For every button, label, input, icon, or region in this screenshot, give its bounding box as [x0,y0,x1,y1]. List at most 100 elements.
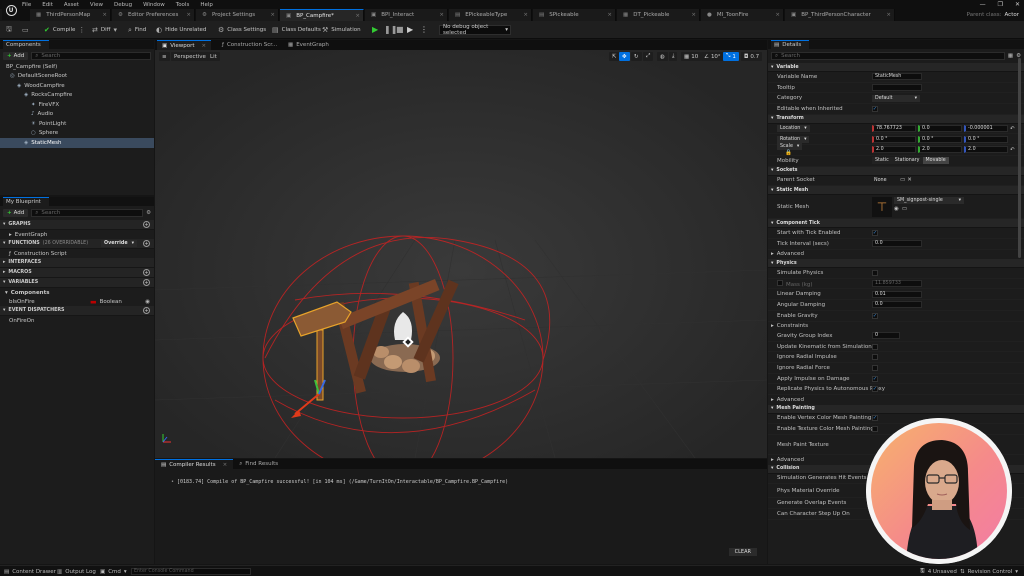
close-tab-icon[interactable]: × [523,12,528,18]
scale-z-input[interactable]: 2.0 [964,146,1008,154]
browse-icon[interactable]: ◉ [894,206,899,212]
override-dropdown[interactable]: Override ▾ [101,240,137,247]
components-tab[interactable]: Components [3,40,49,49]
tab-viewport[interactable]: ▣ Viewport × [157,40,212,50]
hide-unrelated-button[interactable]: ◐ Hide Unrelated [156,24,206,36]
menu-edit[interactable]: Edit [42,2,53,8]
rotation-z-input[interactable]: 0.0 ° [964,135,1008,143]
linear-damping-input[interactable]: 0.01 [872,290,922,298]
tab-project-settings[interactable]: ⚙ Project Settings × [196,9,279,21]
physics-section[interactable]: ▾ Physics [768,259,1024,269]
menu-window[interactable]: Window [143,2,165,8]
skip-icon[interactable]: ▶ [407,25,413,34]
close-tab-icon[interactable]: × [607,12,612,18]
variable-section[interactable]: ▾ Variable [768,63,1024,72]
compile-button[interactable]: ✔ Compile ⋮ [44,24,85,36]
camera-speed-button[interactable]: ◘ 0.7 [741,52,763,61]
unsaved-button[interactable]: 🖫 4 Unsaved [920,566,957,576]
construction-script-item[interactable]: ƒ Construction Script [0,249,154,258]
component-item[interactable]: ✦ FireVFX [0,100,154,110]
browse-button[interactable]: ▭ [22,24,29,36]
tab-thirdpersonmap[interactable]: ▦ ThirdPersonMap × [30,9,111,21]
component-item[interactable]: ◈ WoodCampfire [0,81,154,91]
menu-tools[interactable]: Tools [176,2,190,8]
tab-bpi-interact[interactable]: ▣ BPI_Interact × [365,9,448,21]
console-input[interactable]: Enter Console Command [131,568,251,575]
component-item[interactable]: ◈ RocksCampfire [0,91,154,101]
component-item[interactable]: BP_Campfire (Self) [0,62,154,72]
output-log-button[interactable]: ▥ Output Log [57,566,96,576]
tab-mi-toonfire[interactable]: ● MI_ToonFire × [701,9,784,21]
components-search-input[interactable]: ⌕ Search [31,52,151,60]
save-button[interactable]: 🖫 [6,24,12,36]
close-tab-icon[interactable]: × [355,13,360,19]
tab-compiler-results[interactable]: ▤ Compiler Results × [155,459,234,469]
tick-advanced[interactable]: ▸ Advanced [768,250,1024,260]
rotation-dropdown[interactable]: Rotation ▾ [777,135,810,143]
close-tab-icon[interactable]: × [886,12,891,18]
rotate-mode-button[interactable]: ↻ [631,52,642,61]
play-icon[interactable]: ▶ [372,25,378,34]
event-graph-item[interactable]: ▸ EventGraph [0,230,154,239]
location-dropdown[interactable]: Location ▾ [777,125,810,133]
debug-object-select[interactable]: No debug object selected ▾ [439,24,511,36]
tick-interval-input[interactable]: 0.0 [872,240,922,248]
tooltip-input[interactable] [872,84,922,92]
vertex-painting-checkbox[interactable]: ✓ [872,415,878,422]
grid-snap-button[interactable]: ▦ 10 [681,52,702,61]
components-category[interactable]: ▾ Components [0,288,154,297]
close-icon[interactable]: ✕ [1015,1,1020,8]
mobility-static[interactable]: Static [872,157,892,165]
scale-mode-button[interactable]: ⤢ [643,52,654,61]
constraints-group[interactable]: ▸ Constraints [768,322,1024,332]
tab-bp-thirdpersoncharacter[interactable]: ▣ BP_ThirdPersonCharacter × [785,9,895,21]
gear-icon[interactable]: ⚙ [146,210,151,216]
eye-icon[interactable]: ◉ [145,299,150,305]
class-settings-button[interactable]: ⚙ Class Settings [218,24,266,36]
viewport[interactable] [155,40,767,458]
angular-damping-input[interactable]: 0.0 [872,301,922,309]
dispatcher-item[interactable]: OnFireOn [0,316,154,325]
add-function-icon[interactable]: + [143,240,150,247]
details-scrollbar[interactable] [1018,58,1021,258]
scale-x-input[interactable]: 2.0 [872,146,916,154]
gravity-group-input[interactable]: 0 [872,332,900,340]
diff-button[interactable]: ⇄ Diff ▾ [92,24,117,36]
simulate-physics-checkbox[interactable] [872,269,878,276]
component-item[interactable]: ♪ Audio [0,110,154,120]
menu-asset[interactable]: Asset [64,2,79,8]
reset-icon[interactable]: ↶ [1010,147,1015,153]
use-selected-icon[interactable]: ▭ [902,206,907,212]
menu-file[interactable]: File [22,2,31,8]
clear-icon[interactable]: ✕ [907,177,912,183]
tab-construction-script[interactable]: ƒ Construction Scr... [217,40,282,50]
add-macro-icon[interactable]: + [143,269,150,276]
menu-help[interactable]: Help [200,2,213,8]
my-blueprint-search-input[interactable]: ⌕ Search [31,209,144,217]
find-button[interactable]: ⌕ Find [128,24,146,36]
event-dispatchers-section[interactable]: ▾ EVENT DISPATCHERS + [0,306,154,316]
graphs-section[interactable]: ▾ GRAPHS + [0,220,154,230]
close-tab-icon[interactable]: × [691,12,696,18]
sockets-section[interactable]: ▾ Sockets [768,166,1024,176]
update-kinematic-checkbox[interactable] [872,343,878,350]
content-drawer-button[interactable]: ▤ Content Drawer [4,566,56,576]
mesh-painting-section[interactable]: ▾ Mesh Painting [768,404,1024,414]
variable-type[interactable]: ▬ Boolean [90,298,122,306]
interfaces-section[interactable]: ▸ INTERFACES [0,258,154,268]
parent-class-value[interactable]: Actor [1005,12,1019,18]
scale-snap-button[interactable]: ⤡ 1 [723,52,739,61]
lit-button[interactable]: Lit [207,52,220,61]
variables-section[interactable]: ▾ VARIABLES + [0,278,154,288]
ignore-radial-impulse-checkbox[interactable] [872,354,878,361]
tab-find-results[interactable]: ⌕ Find Results [233,459,284,469]
component-item[interactable]: ◈ StaticMesh [0,138,154,148]
revision-control-button[interactable]: ⇅ Revision Control ▾ [960,566,1018,576]
close-tab-icon[interactable]: × [102,12,107,18]
rotation-snap-button[interactable]: ∠ 10° [701,52,724,61]
static-mesh-section[interactable]: ▾ Static Mesh [768,186,1024,196]
simulation-button[interactable]: ⚒ Simulation [322,24,361,36]
static-mesh-dropdown[interactable]: SM_signpost-single ▾ [894,196,964,204]
add-variable-icon[interactable]: + [143,279,150,286]
tab-dt-pickeable[interactable]: ▦ DT_Pickeable × [617,9,700,21]
